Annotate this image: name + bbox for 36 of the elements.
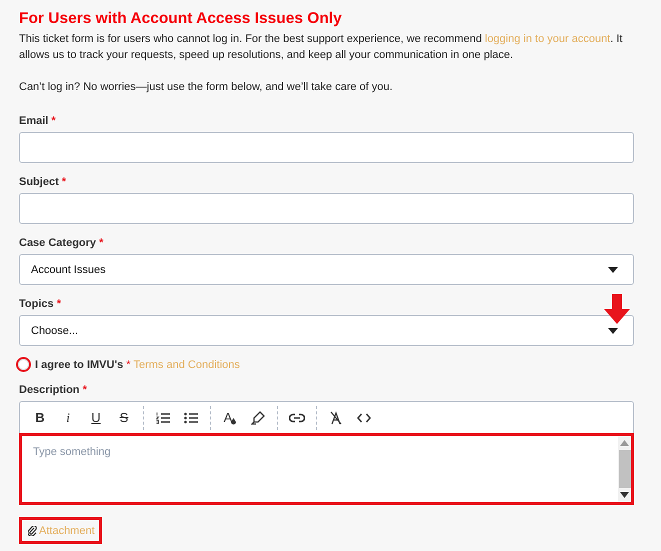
- scrollbar[interactable]: [618, 436, 631, 502]
- drop-icon: [231, 418, 236, 425]
- required-mark: *: [62, 176, 66, 188]
- clear-format-icon: [330, 410, 342, 424]
- text-field[interactable]: [19, 193, 634, 224]
- paperclip-icon: [28, 526, 37, 536]
- italic-button[interactable]: i: [54, 406, 82, 430]
- agree-label: I agree to IMVU's: [35, 358, 124, 370]
- field-label: Description: [19, 384, 80, 396]
- field-label: Case Category: [19, 237, 96, 249]
- code-icon: [357, 412, 371, 422]
- underline-button[interactable]: U: [82, 406, 110, 430]
- required-mark: *: [126, 358, 130, 370]
- intro-paragraph: This ticket form is for users who cannot log in. For the best support experience, we recommend logging in to your account. It allows us to track your requests, speed up resolutions, and keep all your communication in one place.: [19, 32, 624, 63]
- strikethrough-button[interactable]: S: [110, 406, 138, 430]
- numbered-list-icon: [156, 412, 170, 424]
- dropdown[interactable]: Account Issues: [19, 254, 634, 285]
- field-label: Topics: [19, 298, 54, 310]
- required-mark: *: [99, 237, 104, 249]
- note-text: Can’t log in? No worries—just use the form below, and we’ll take care of you.: [19, 80, 394, 95]
- field-label: Email: [19, 115, 48, 127]
- required-mark: *: [51, 115, 56, 127]
- bold-button[interactable]: B: [26, 406, 54, 430]
- scroll-down-icon[interactable]: [620, 492, 629, 498]
- caret-icon: [608, 266, 618, 272]
- text-color-button[interactable]: A: [216, 406, 244, 430]
- dropdown[interactable]: Choose...: [19, 315, 634, 346]
- link-icon: [289, 412, 305, 422]
- text-field[interactable]: [19, 132, 634, 163]
- form-heading: For Users with Account Access Issues Only: [19, 10, 343, 28]
- highlighter-icon: [251, 410, 265, 424]
- field-label: Subject: [19, 176, 59, 188]
- required-mark: *: [56, 298, 61, 310]
- bullet-list-icon: [184, 412, 198, 424]
- required-mark: *: [82, 384, 87, 396]
- caret-icon: [608, 328, 618, 334]
